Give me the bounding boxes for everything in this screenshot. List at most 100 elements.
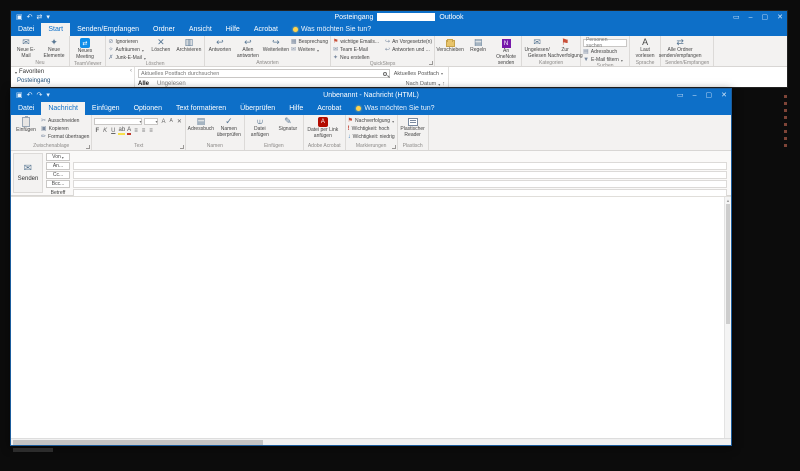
close-icon[interactable]: ✕ bbox=[777, 14, 783, 21]
low-importance-button[interactable]: ↓ Wichtigkeit: niedrig bbox=[348, 134, 395, 140]
copy-button[interactable]: ▣ Kopieren bbox=[41, 126, 89, 132]
unread-read-button[interactable]: ✉ Ungelesen/ Gelesen bbox=[524, 37, 550, 60]
tellme-box[interactable]: Was möchten Sie tun? bbox=[285, 23, 379, 36]
ribbon-display-icon[interactable]: ▭ bbox=[733, 14, 740, 21]
ribbon-display-icon[interactable]: ▭ bbox=[677, 92, 684, 99]
cc-field[interactable] bbox=[73, 171, 727, 179]
format-painter-button[interactable]: ✏ Format übertragen bbox=[41, 134, 89, 140]
tab-nachricht[interactable]: Nachricht bbox=[41, 102, 85, 115]
archive-button[interactable]: ▥ Archivieren bbox=[176, 37, 202, 54]
dialog-launcher-icon[interactable] bbox=[429, 61, 433, 65]
grow-font-icon[interactable]: A bbox=[160, 119, 166, 125]
filter-unread[interactable]: Ungelesen bbox=[157, 81, 186, 87]
ignore-button[interactable]: ⊘ Ignorieren bbox=[108, 39, 145, 45]
tab-datei[interactable]: Datei bbox=[11, 23, 41, 36]
clear-format-icon[interactable]: ✕ bbox=[176, 119, 183, 125]
tab-einfuegen[interactable]: Einfügen bbox=[85, 102, 127, 115]
dialog-launcher-icon[interactable] bbox=[86, 145, 90, 149]
addressbook-button[interactable]: ▤ Adressbuch bbox=[583, 49, 627, 55]
reply-all-button[interactable]: ↩ Allen antworten bbox=[235, 37, 261, 60]
high-importance-button[interactable]: ! Wichtigkeit: hoch bbox=[348, 126, 395, 132]
tab-hilfe[interactable]: Hilfe bbox=[219, 23, 247, 36]
maximize-icon[interactable]: ▢ bbox=[762, 14, 769, 21]
rules-button[interactable]: ▤ Regeln bbox=[465, 37, 491, 54]
attach-via-link-button[interactable]: A Datei per Link anfügen bbox=[306, 116, 340, 140]
cut-button[interactable]: ✂ Ausschneiden bbox=[41, 118, 89, 124]
check-names-button[interactable]: ✓ Namen überprüfen bbox=[216, 116, 242, 139]
italic-button[interactable]: K bbox=[102, 128, 108, 134]
align-button[interactable]: ≡ bbox=[148, 128, 154, 134]
close-icon[interactable]: ✕ bbox=[721, 92, 727, 99]
more-respond-button[interactable]: ✉ Weitere ▾ bbox=[291, 47, 328, 53]
font-color-button[interactable]: A bbox=[127, 127, 131, 135]
tab-ansicht[interactable]: Ansicht bbox=[182, 23, 219, 36]
bcc-field[interactable] bbox=[73, 180, 727, 188]
read-aloud-button[interactable]: A Laut vorlesen bbox=[632, 37, 658, 60]
redo-icon[interactable]: ↷ bbox=[37, 92, 43, 99]
new-meeting-button[interactable]: ⇄ Neues Meeting bbox=[72, 37, 98, 61]
minimize-icon[interactable]: – bbox=[693, 92, 697, 99]
quickstep-wichtige-emails[interactable]: ⚑ wichtige Emails... bbox=[333, 39, 379, 45]
search-input[interactable] bbox=[141, 71, 381, 77]
onenote-button[interactable]: N An OneNote senden bbox=[493, 37, 519, 66]
save-icon[interactable]: ▣ bbox=[16, 92, 23, 99]
to-field[interactable] bbox=[73, 162, 727, 170]
folder-item-posteingang[interactable]: Posteingang bbox=[15, 78, 130, 84]
new-items-button[interactable]: ✦ Neue Elemente bbox=[41, 37, 67, 60]
quickstep-an-vorgesetzte[interactable]: ↪ An Vorgesetzte(n) bbox=[385, 39, 432, 45]
save-icon[interactable]: ▣ bbox=[16, 14, 23, 21]
maximize-icon[interactable]: ▢ bbox=[706, 92, 713, 99]
tab-datei[interactable]: Datei bbox=[11, 102, 41, 115]
tab-ueberpruefen[interactable]: Überprüfen bbox=[233, 102, 282, 115]
meeting-button[interactable]: ▦ Besprechung bbox=[291, 39, 328, 45]
scroll-up-icon[interactable]: ▲ bbox=[725, 197, 731, 204]
horizontal-scrollbar[interactable] bbox=[11, 438, 731, 445]
vertical-scrollbar[interactable]: ▲ bbox=[724, 197, 731, 438]
signature-button[interactable]: ✎ Signatur bbox=[275, 116, 301, 133]
send-button[interactable]: ✉ Senden bbox=[13, 153, 43, 193]
tab-start[interactable]: Start bbox=[41, 23, 70, 36]
quickstep-antworten-und[interactable]: ↩ Antworten und ... bbox=[385, 47, 432, 53]
tab-ordner[interactable]: Ordner bbox=[146, 23, 182, 36]
send-receive-icon[interactable]: ⇄ bbox=[37, 14, 43, 21]
qat-customize-icon[interactable]: ▾ bbox=[46, 92, 50, 99]
tab-hilfe[interactable]: Hilfe bbox=[282, 102, 310, 115]
cleanup-button[interactable]: ✧ Aufräumen ▾ bbox=[108, 47, 145, 53]
attach-file-button[interactable]: ⟒ Datei anfügen bbox=[247, 116, 273, 139]
highlight-button[interactable]: ab bbox=[118, 127, 125, 135]
undo-icon[interactable]: ↶ bbox=[27, 14, 33, 21]
reply-button[interactable]: ↩ Antworten bbox=[207, 37, 233, 54]
minimize-icon[interactable]: – bbox=[749, 14, 753, 21]
numbering-button[interactable]: ≡ bbox=[141, 128, 147, 134]
followup-button[interactable]: ⚑ Nachverfolgung ▾ bbox=[348, 118, 395, 124]
dialog-launcher-icon[interactable] bbox=[180, 145, 184, 149]
dialog-launcher-icon[interactable] bbox=[392, 145, 396, 149]
collapse-pane-icon[interactable]: ‹ bbox=[130, 68, 132, 74]
immersive-reader-button[interactable]: Plastischer Reader bbox=[400, 116, 426, 139]
favorites-header[interactable]: ▾ Favoriten bbox=[15, 69, 130, 75]
scrollbar-thumb[interactable] bbox=[13, 440, 263, 445]
bold-button[interactable]: F bbox=[94, 128, 100, 134]
quickstep-team-email[interactable]: ✉ Team E-Mail bbox=[333, 47, 379, 53]
find-people-box[interactable]: Personen suchen bbox=[583, 39, 627, 47]
followup-button[interactable]: ⚑ Zur Nachverfolgung bbox=[552, 37, 578, 60]
tellme-box[interactable]: Was möchten Sie tun? bbox=[348, 102, 442, 115]
search-scope-dropdown[interactable]: Aktuelles Postfach ▾ bbox=[392, 71, 445, 77]
undo-icon[interactable]: ↶ bbox=[27, 92, 33, 99]
tab-optionen[interactable]: Optionen bbox=[127, 102, 169, 115]
filter-all[interactable]: Alle bbox=[138, 81, 149, 87]
scrollbar-thumb[interactable] bbox=[726, 204, 730, 324]
shrink-font-icon[interactable]: A bbox=[168, 119, 173, 124]
addressbook-button[interactable]: ▤ Adressbuch bbox=[188, 116, 214, 133]
paste-button[interactable]: Einfügen bbox=[13, 116, 39, 134]
new-email-button[interactable]: ✉ Neue E-Mail bbox=[13, 37, 39, 60]
bcc-button[interactable]: Bcc... bbox=[46, 180, 70, 188]
underline-button[interactable]: U bbox=[110, 128, 116, 134]
message-body-editor[interactable] bbox=[11, 197, 724, 438]
tab-text-formatieren[interactable]: Text formatieren bbox=[169, 102, 233, 115]
cc-button[interactable]: Cc... bbox=[46, 171, 70, 179]
font-size-select[interactable]: ▾ bbox=[144, 118, 158, 125]
move-button[interactable]: Verschieben bbox=[437, 37, 463, 54]
send-receive-all-button[interactable]: ⇄ Alle Ordner senden/empfangen bbox=[663, 37, 697, 60]
tab-acrobat[interactable]: Acrobat bbox=[310, 102, 348, 115]
